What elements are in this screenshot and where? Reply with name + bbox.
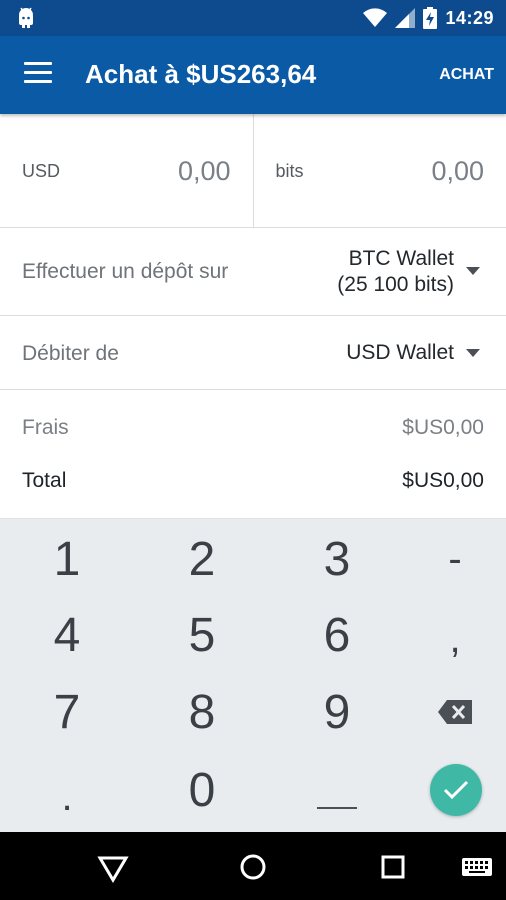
- wifi-icon: [363, 8, 388, 27]
- fees-summary: Frais $US0,00 Total $US0,00: [0, 390, 506, 518]
- fee-label: Frais: [22, 416, 69, 439]
- app-bar: Achat à $US263,64 ACHAT: [0, 36, 506, 114]
- system-nav-bar: [0, 832, 506, 900]
- key-comma[interactable]: ,: [395, 601, 506, 677]
- dropdown-caret-icon: [466, 267, 480, 275]
- page-title: Achat à $US263,64: [85, 59, 317, 89]
- back-icon[interactable]: [96, 850, 130, 884]
- usd-amount-field[interactable]: USD 0,00: [0, 114, 254, 227]
- usd-amount-value: 0,00: [177, 156, 231, 186]
- status-bar: 14:29: [0, 0, 506, 36]
- total-label: Total: [22, 469, 67, 492]
- deposit-wallet-selector[interactable]: Effectuer un dépôt sur BTC Wallet (25 10…: [0, 228, 506, 316]
- buy-button[interactable]: ACHAT: [439, 66, 494, 84]
- numeric-keypad: 1 2 3 - 4 5 6 , 7 8 9 . 0: [0, 518, 506, 832]
- deposit-wallet-value: BTC Wallet (25 100 bits): [337, 246, 454, 298]
- deposit-wallet-name: BTC Wallet: [348, 247, 454, 270]
- key-6[interactable]: 6: [277, 597, 397, 673]
- recents-icon[interactable]: [376, 850, 410, 884]
- key-4[interactable]: 4: [7, 597, 127, 673]
- amount-row: USD 0,00 bits 0,00: [0, 114, 506, 228]
- key-space[interactable]: [277, 752, 397, 828]
- backspace-key[interactable]: [395, 674, 506, 750]
- key-dot[interactable]: .: [7, 759, 127, 835]
- bits-amount-field[interactable]: bits 0,00: [254, 114, 506, 227]
- key-3[interactable]: 3: [277, 521, 397, 597]
- key-8[interactable]: 8: [142, 674, 262, 750]
- fee-value: $US0,00: [402, 416, 484, 439]
- debit-label: Débiter de: [22, 342, 119, 365]
- key-2[interactable]: 2: [142, 521, 262, 597]
- battery-charging-icon: [423, 7, 438, 29]
- space-icon: [317, 807, 357, 809]
- fee-line: Frais $US0,00: [22, 416, 484, 446]
- debit-wallet-name: USD Wallet: [346, 341, 454, 364]
- deposit-wallet-balance: (25 100 bits): [337, 273, 454, 296]
- total-line: Total $US0,00: [22, 469, 484, 499]
- home-icon[interactable]: [236, 850, 270, 884]
- key-1[interactable]: 1: [7, 521, 127, 597]
- deposit-label: Effectuer un dépôt sur: [22, 260, 229, 283]
- backspace-icon: [438, 700, 472, 724]
- keyboard-icon[interactable]: [460, 850, 494, 884]
- signal-icon: [395, 8, 416, 28]
- status-time: 14:29: [445, 7, 494, 28]
- total-value: $US0,00: [402, 469, 484, 492]
- key-9[interactable]: 9: [277, 674, 397, 750]
- check-icon: [443, 780, 469, 800]
- key-7[interactable]: 7: [7, 674, 127, 750]
- bits-currency-label: bits: [275, 161, 304, 181]
- usd-currency-label: USD: [22, 161, 61, 181]
- key-5[interactable]: 5: [142, 597, 262, 673]
- bits-amount-value: 0,00: [431, 156, 484, 186]
- menu-icon[interactable]: [24, 62, 52, 88]
- key-0[interactable]: 0: [142, 752, 262, 828]
- dropdown-caret-icon: [466, 349, 480, 357]
- key-minus[interactable]: -: [395, 521, 506, 597]
- debit-wallet-selector[interactable]: Débiter de USD Wallet: [0, 316, 506, 390]
- confirm-button[interactable]: [430, 764, 482, 816]
- android-icon: [19, 7, 33, 28]
